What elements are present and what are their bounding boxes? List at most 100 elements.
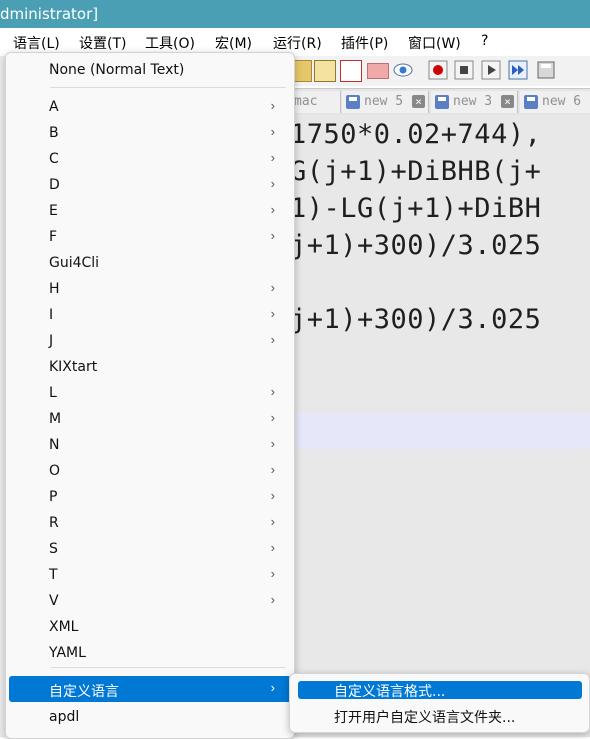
menu-help[interactable]: ? (481, 33, 488, 49)
chevron-right-icon: › (270, 384, 275, 399)
menu-plugins[interactable]: 插件(P) (341, 33, 388, 53)
macro-record-icon[interactable] (340, 60, 362, 82)
chevron-right-icon: › (270, 462, 275, 477)
eye-icon[interactable] (393, 60, 413, 80)
code-editor[interactable]: 1750*0.02+744), G(j+1)+DiBHB(j+ 1)-LG(j+… (290, 115, 590, 737)
menu-item-label: R (49, 515, 59, 531)
language-menu-item[interactable]: N › (9, 432, 291, 458)
current-line-highlight (290, 413, 590, 449)
menu-item-label: T (49, 567, 58, 583)
fast-forward-icon[interactable] (508, 60, 528, 80)
find-icon[interactable] (314, 60, 336, 82)
menu-tools[interactable]: 工具(O) (145, 33, 195, 53)
language-menu-item[interactable]: H › (9, 276, 291, 302)
chevron-right-icon: › (270, 98, 275, 113)
menu-item-label: C (49, 151, 59, 167)
menu-item-label: J (49, 333, 54, 349)
menu-item-label: B (49, 125, 59, 141)
menu-item-label: H (49, 281, 60, 297)
save-icon (435, 95, 449, 109)
language-menu-item[interactable]: A › (9, 94, 291, 120)
chevron-right-icon: › (270, 306, 275, 321)
menu-item-label: YAML (49, 645, 86, 661)
chevron-right-icon: › (270, 566, 275, 581)
language-menu-item[interactable]: J › (9, 328, 291, 354)
tab-label: mac (294, 94, 318, 109)
code-line: 1750*0.02+744), (290, 119, 542, 150)
language-menu-item[interactable]: YAML (9, 640, 291, 666)
tab-new-6[interactable]: new 6 (520, 91, 590, 113)
language-menu-item[interactable]: F › (9, 224, 291, 250)
chevron-right-icon: › (270, 436, 275, 451)
menu-language[interactable]: 语言(L) (13, 33, 60, 53)
chevron-right-icon: › (270, 228, 275, 243)
tab-label: new 6 (542, 94, 582, 109)
language-menu-item[interactable]: D › (9, 172, 291, 198)
language-menu-item[interactable]: E › (9, 198, 291, 224)
tab-mac[interactable]: mac (290, 91, 341, 113)
menu-settings[interactable]: 设置(T) (79, 33, 126, 53)
open-user-defined-language-folder-item[interactable]: 打开用户自定义语言文件夹... (298, 707, 582, 726)
menu-item-label: None (Normal Text) (49, 62, 185, 78)
tab-label: new 5 (364, 94, 404, 109)
chevron-right-icon: › (270, 150, 275, 165)
menu-item-label: 自定义语言格式... (334, 684, 446, 700)
menu-item-label: S (49, 541, 58, 557)
tab-new-3[interactable]: new 3 × (431, 91, 518, 113)
language-menu-item[interactable]: O › (9, 458, 291, 484)
menu-item-label: 打开用户自定义语言文件夹... (334, 710, 516, 726)
language-menu-item[interactable]: KIXtart (9, 354, 291, 380)
language-menu-item[interactable]: XML (9, 614, 291, 640)
language-menu-item[interactable]: M › (9, 406, 291, 432)
menu-macro[interactable]: 宏(M) (215, 33, 252, 53)
language-menu-item[interactable]: S › (9, 536, 291, 562)
menu-item-label: F (49, 229, 58, 245)
menu-item-label: V (49, 593, 59, 609)
language-menu-item[interactable]: Gui4Cli (9, 250, 291, 276)
language-menu-item[interactable]: I › (9, 302, 291, 328)
chevron-right-icon: › (270, 202, 275, 217)
language-menu-item[interactable]: apdl (9, 704, 291, 730)
menu-item-label: P (49, 489, 58, 505)
menu-item-label: N (49, 437, 60, 453)
code-line: j+1)+300)/3.025 (290, 304, 542, 335)
language-menu-item[interactable]: 自定义语言 › (9, 676, 291, 702)
folder-icon[interactable] (367, 63, 389, 79)
language-menu-item[interactable]: C › (9, 146, 291, 172)
chevron-right-icon: › (270, 124, 275, 139)
menu-item-label: E (49, 203, 58, 219)
menu-window[interactable]: 窗口(W) (408, 33, 461, 53)
chevron-right-icon: › (270, 514, 275, 529)
menu-item-label: apdl (49, 709, 80, 725)
code-line: G(j+1)+DiBHB(j+ (290, 156, 542, 187)
title-bar: dministrator] (0, 0, 590, 28)
tab-label: new 3 (453, 94, 493, 109)
language-menu-item[interactable]: B › (9, 120, 291, 146)
menu-item-label: M (49, 411, 62, 427)
define-your-language-item[interactable]: 自定义语言格式... (298, 681, 582, 700)
language-menu-item[interactable]: P › (9, 484, 291, 510)
save-icon (524, 95, 538, 109)
chevron-right-icon: › (270, 488, 275, 503)
close-icon[interactable]: × (412, 95, 425, 108)
language-menu-item[interactable]: T › (9, 562, 291, 588)
menu-run[interactable]: 运行(R) (273, 33, 322, 53)
language-menu-item[interactable]: None (Normal Text) (9, 57, 291, 83)
stop-icon[interactable] (454, 60, 474, 80)
menu-item-label: L (49, 385, 57, 401)
close-icon[interactable]: × (501, 95, 514, 108)
tab-bar: mac new 5 × new 3 × new 6 (290, 88, 590, 116)
language-menu-item[interactable]: L › (9, 380, 291, 406)
menu-separator (50, 667, 286, 668)
save-macro-icon[interactable] (536, 60, 556, 80)
record-icon[interactable] (428, 60, 448, 80)
tab-new-5[interactable]: new 5 × (342, 91, 429, 113)
menu-item-label: 自定义语言 (49, 684, 119, 700)
language-menu-item[interactable]: V › (9, 588, 291, 614)
chevron-right-icon: › (270, 332, 275, 347)
chevron-right-icon: › (270, 540, 275, 555)
language-menu-item[interactable]: R › (9, 510, 291, 536)
menu-item-label: A (49, 99, 59, 115)
menu-item-label: I (49, 307, 54, 323)
play-icon[interactable] (481, 60, 501, 80)
